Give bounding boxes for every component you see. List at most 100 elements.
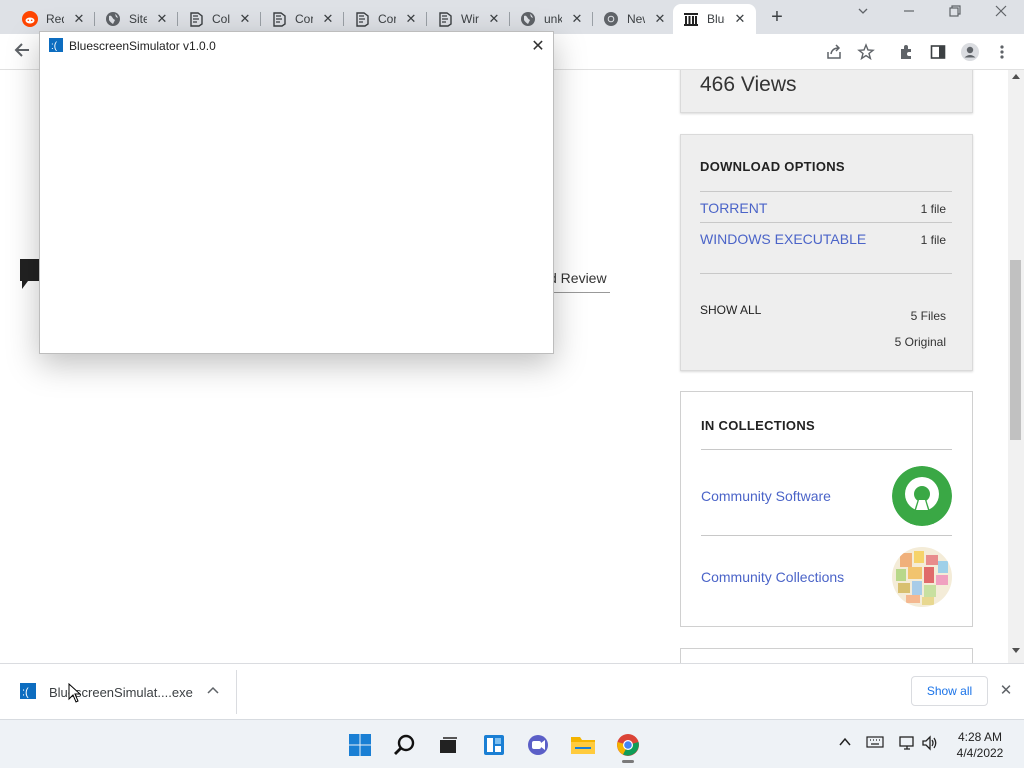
keyboard-icon[interactable] <box>866 735 884 752</box>
archive-icon <box>437 11 453 27</box>
archive-icon <box>188 11 204 27</box>
chat-icon[interactable] <box>525 732 551 758</box>
tab-close-icon[interactable]: ✕ <box>733 11 747 27</box>
bluescreen-simulator-window[interactable]: :( BluescreenSimulator v1.0.0 ✕ <box>39 31 554 354</box>
tab-title: unk <box>544 12 562 26</box>
files-count: 5 Files <box>910 309 946 323</box>
archive-icon <box>354 11 370 27</box>
page-scrollbar[interactable] <box>1008 70 1024 663</box>
tab-title: Wir <box>461 12 479 26</box>
extensions-puzzle-icon[interactable] <box>896 42 916 62</box>
tab-strip: Red ✕ Site ✕ Coll ✕ Cor ✕ <box>0 0 1024 34</box>
original-count: 5 Original <box>894 335 946 349</box>
download-options-chevron-icon[interactable] <box>205 682 221 697</box>
modal-close-icon[interactable]: ✕ <box>530 36 546 56</box>
chrome-icon[interactable] <box>615 732 641 763</box>
running-indicator <box>622 760 634 763</box>
tab-close-icon[interactable]: ✕ <box>321 11 335 27</box>
tab-new-tab[interactable]: New ✕ <box>593 4 676 34</box>
review-underline <box>549 292 610 293</box>
system-clock[interactable]: 4:28 AM 4/4/2022 <box>948 729 1012 761</box>
tab-close-icon[interactable]: ✕ <box>72 11 86 27</box>
collection-community-collections-link[interactable]: Community Collections <box>701 569 844 585</box>
svg-text::(: :( <box>51 41 58 52</box>
executable-file-count: 1 file <box>920 233 946 247</box>
new-tab-button[interactable]: + <box>766 6 788 29</box>
tab-reddit[interactable]: Red ✕ <box>12 4 95 34</box>
clock-time: 4:28 AM <box>957 730 1003 744</box>
window-title: BluescreenSimulator v1.0.0 <box>69 39 216 53</box>
menu-kebab-icon[interactable] <box>992 42 1012 62</box>
search-icon[interactable] <box>392 732 418 758</box>
download-shelf: :( BluescreenSimulat....exe Show all ✕ <box>0 663 1024 719</box>
reddit-icon <box>22 11 38 27</box>
tab-close-icon[interactable]: ✕ <box>404 11 418 27</box>
tab-search-icon[interactable] <box>851 4 875 23</box>
shelf-divider <box>236 670 237 714</box>
scroll-up-arrow-icon[interactable] <box>1008 72 1024 86</box>
tab-community-2[interactable]: Cor ✕ <box>344 4 427 34</box>
tab-close-icon[interactable]: ✕ <box>238 11 252 27</box>
open-source-keyhole-icon[interactable] <box>892 466 952 526</box>
network-icon[interactable] <box>898 735 916 754</box>
profile-avatar-icon[interactable] <box>960 42 980 62</box>
tab-site[interactable]: Site ✕ <box>95 4 178 34</box>
divider <box>700 273 952 274</box>
task-view-icon[interactable] <box>435 732 461 758</box>
bluescreen-file-icon: :( <box>20 683 36 699</box>
side-panel-icon[interactable] <box>928 42 948 62</box>
torrent-file-count: 1 file <box>920 202 946 216</box>
tab-bluescreen-active[interactable]: Blue ✕ <box>673 4 756 34</box>
close-shelf-icon[interactable]: ✕ <box>997 681 1015 699</box>
divider <box>701 535 952 536</box>
review-link[interactable]: d Review <box>549 270 607 286</box>
show-all-link[interactable]: SHOW ALL <box>700 303 761 317</box>
tab-windows[interactable]: Wir ✕ <box>427 4 510 34</box>
windows-start-icon[interactable] <box>347 732 373 758</box>
screen: Red ✕ Site ✕ Coll ✕ Cor ✕ <box>0 0 1024 768</box>
tab-title: Blue <box>707 12 725 26</box>
tab-title: Cor <box>295 12 313 26</box>
collections-heading: IN COLLECTIONS <box>701 418 815 433</box>
mosaic-icon[interactable] <box>892 547 952 607</box>
tab-collection[interactable]: Coll ✕ <box>178 4 261 34</box>
scroll-down-arrow-icon[interactable] <box>1008 647 1024 661</box>
tab-close-icon[interactable]: ✕ <box>155 11 169 27</box>
back-arrow-icon[interactable] <box>12 40 32 60</box>
svg-text::(: :( <box>22 687 29 699</box>
download-options-card: DOWNLOAD OPTIONS TORRENT 1 file WINDOWS … <box>680 134 973 371</box>
bluescreen-app-icon: :( <box>49 38 63 52</box>
clock-date: 4/4/2022 <box>956 746 1004 760</box>
download-windows-executable-link[interactable]: WINDOWS EXECUTABLE <box>700 231 866 247</box>
share-icon[interactable] <box>824 42 844 62</box>
widgets-icon[interactable] <box>481 732 507 758</box>
volume-icon[interactable] <box>921 735 939 754</box>
divider <box>701 449 952 450</box>
download-torrent-link[interactable]: TORRENT <box>700 200 767 216</box>
tab-close-icon[interactable]: ✕ <box>653 11 667 27</box>
chrome-icon <box>603 11 619 27</box>
tray-chevron-icon[interactable] <box>838 735 852 752</box>
tab-title: Red <box>46 12 64 26</box>
file-explorer-icon[interactable] <box>570 732 596 758</box>
views-card: 466 Views <box>680 70 973 113</box>
restore-icon[interactable] <box>943 4 967 23</box>
tab-title: Site <box>129 12 147 26</box>
next-card <box>680 648 973 663</box>
tab-unknown[interactable]: unk ✕ <box>510 4 593 34</box>
tab-community-1[interactable]: Cor ✕ <box>261 4 344 34</box>
tab-close-icon[interactable]: ✕ <box>487 11 501 27</box>
tab-title: Coll <box>212 12 230 26</box>
scroll-thumb[interactable] <box>1010 260 1021 440</box>
tab-title: New <box>627 12 645 26</box>
tab-close-icon[interactable]: ✕ <box>570 11 584 27</box>
minimize-icon[interactable] <box>897 4 921 23</box>
divider <box>700 222 952 223</box>
collections-card: IN COLLECTIONS Community Software Commun… <box>680 391 973 627</box>
archive-icon <box>271 11 287 27</box>
show-all-downloads-button[interactable]: Show all <box>911 676 988 706</box>
close-window-icon[interactable] <box>989 4 1013 23</box>
bookmark-star-icon[interactable] <box>856 42 876 62</box>
collection-community-software-link[interactable]: Community Software <box>701 488 831 504</box>
globe-icon <box>520 11 536 27</box>
